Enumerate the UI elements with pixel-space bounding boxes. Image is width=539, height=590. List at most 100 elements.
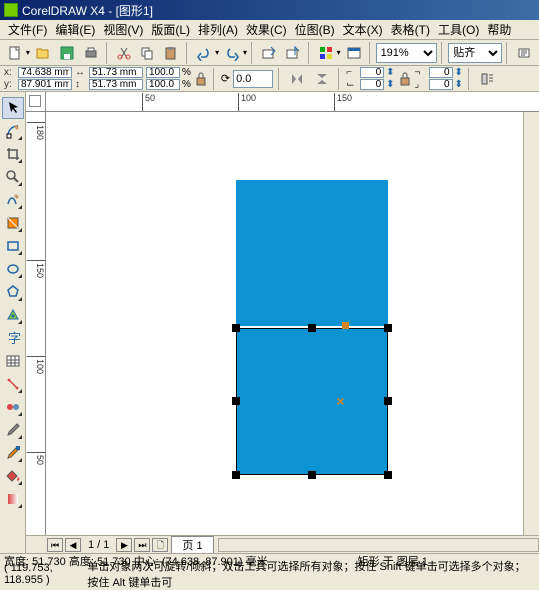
width-input[interactable] — [89, 67, 143, 78]
rectangle-tool[interactable] — [2, 235, 24, 257]
x-input[interactable] — [18, 67, 72, 78]
selection-handle[interactable] — [384, 471, 392, 479]
menu-bitmap[interactable]: 位图(B) — [291, 19, 339, 40]
undo-button[interactable] — [193, 42, 215, 64]
corner-tl-icon: ⌐ — [346, 67, 358, 78]
selection-handle[interactable] — [308, 324, 316, 332]
text-tool[interactable]: 字 — [2, 327, 24, 349]
cut-button[interactable] — [113, 42, 135, 64]
selection-handle[interactable] — [384, 397, 392, 405]
menu-edit[interactable]: 编辑(E) — [51, 19, 99, 40]
corner-tr-input[interactable] — [429, 67, 453, 78]
first-page-button[interactable]: ⏮ — [47, 538, 63, 552]
dropdown-icon[interactable]: ▾ — [26, 48, 30, 57]
menu-help[interactable]: 帮助 — [483, 19, 515, 40]
selection-handle[interactable] — [384, 324, 392, 332]
svg-text:字: 字 — [8, 331, 21, 346]
selection-handle[interactable] — [308, 471, 316, 479]
fill-tool[interactable] — [2, 465, 24, 487]
interactive-tool[interactable] — [2, 396, 24, 418]
zoom-tool[interactable] — [2, 166, 24, 188]
scale-y-input[interactable] — [146, 79, 180, 90]
dropdown-icon[interactable]: ▾ — [337, 48, 341, 57]
corner-bl-input[interactable] — [360, 79, 384, 90]
menubar: 文件(F) 编辑(E) 视图(V) 版面(L) 排列(A) 效果(C) 位图(B… — [0, 20, 539, 40]
new-button[interactable] — [4, 42, 26, 64]
wrap-text-button[interactable] — [476, 68, 498, 90]
zoom-select[interactable]: 191% — [376, 43, 438, 63]
app-icon — [4, 3, 18, 17]
menu-effects[interactable]: 效果(C) — [242, 19, 291, 40]
property-bar: x: y: ↔ ↕ % % ⟳ ⌐⬍ ⌙⬍ ¬⬍ ⌟⬍ — [0, 66, 539, 92]
height-input[interactable] — [89, 79, 143, 90]
import-button[interactable] — [258, 42, 280, 64]
shape-tool[interactable] — [2, 120, 24, 142]
crop-tool[interactable] — [2, 143, 24, 165]
menu-text[interactable]: 文本(X) — [339, 19, 387, 40]
print-button[interactable] — [80, 42, 102, 64]
height-icon: ↕ — [75, 79, 87, 90]
window-title: CorelDRAW X4 - [图形1] — [22, 2, 153, 19]
welcome-button[interactable] — [343, 42, 365, 64]
mirror-h-button[interactable] — [286, 68, 308, 90]
mirror-v-button[interactable] — [311, 68, 333, 90]
polygon-tool[interactable] — [2, 281, 24, 303]
save-button[interactable] — [56, 42, 78, 64]
app-launcher-button[interactable] — [315, 42, 337, 64]
lock-aspect-button[interactable] — [194, 67, 208, 91]
rotation-input[interactable] — [233, 70, 273, 88]
menu-view[interactable]: 视图(V) — [99, 19, 147, 40]
corner-bl-icon: ⌙ — [346, 79, 358, 90]
selection-handle[interactable] — [232, 397, 240, 405]
eyedropper-tool[interactable] — [2, 419, 24, 441]
corner-br-icon: ⌟ — [415, 79, 427, 90]
page-tab[interactable]: 页 1 — [171, 536, 213, 554]
corner-tl-input[interactable] — [360, 67, 384, 78]
menu-table[interactable]: 表格(T) — [387, 19, 434, 40]
table-tool[interactable] — [2, 350, 24, 372]
y-input[interactable] — [18, 79, 72, 90]
lock-corners-button[interactable] — [398, 67, 412, 91]
snap-select[interactable]: 贴齐 — [448, 43, 502, 63]
copy-button[interactable] — [136, 42, 158, 64]
menu-arrange[interactable]: 排列(A) — [194, 19, 242, 40]
last-page-button[interactable]: ⏭ — [134, 538, 150, 552]
menu-tools[interactable]: 工具(O) — [434, 19, 483, 40]
ellipse-tool[interactable] — [2, 258, 24, 280]
dimension-tool[interactable] — [2, 373, 24, 395]
dropdown-icon[interactable]: ▾ — [243, 48, 247, 57]
smart-fill-tool[interactable] — [2, 212, 24, 234]
vertical-ruler[interactable]: 50 100 150 180 — [26, 112, 46, 535]
menu-file[interactable]: 文件(F) — [4, 19, 51, 40]
menu-layout[interactable]: 版面(L) — [147, 19, 194, 40]
pick-tool[interactable] — [2, 97, 24, 119]
paste-button[interactable] — [160, 42, 182, 64]
horizontal-scrollbar[interactable] — [218, 538, 539, 552]
drawing-canvas[interactable]: × — [46, 112, 523, 535]
toolbox: 字 — [0, 92, 26, 553]
y-label: y: — [4, 79, 16, 90]
standard-toolbar: ▾ ▾ ▾ ▾ 191% 贴齐 — [0, 40, 539, 66]
scale-x-input[interactable] — [146, 67, 180, 78]
export-button[interactable] — [282, 42, 304, 64]
add-page-button[interactable]: 🗋 — [152, 538, 168, 552]
vertical-scrollbar[interactable] — [523, 112, 539, 535]
corner-br-input[interactable] — [429, 79, 453, 90]
basic-shapes-tool[interactable] — [2, 304, 24, 326]
ruler-origin[interactable] — [26, 92, 46, 112]
interactive-fill-tool[interactable] — [2, 488, 24, 510]
horizontal-ruler[interactable]: 50 100 150 — [46, 92, 539, 112]
selection-handle[interactable] — [232, 471, 240, 479]
outline-tool[interactable] — [2, 442, 24, 464]
page-count: 1 / 1 — [82, 539, 115, 551]
dropdown-icon[interactable]: ▾ — [215, 48, 219, 57]
prev-page-button[interactable]: ◀ — [65, 538, 81, 552]
selection-handle[interactable] — [232, 324, 240, 332]
open-button[interactable] — [32, 42, 54, 64]
options-button[interactable] — [513, 42, 535, 64]
redo-button[interactable] — [221, 42, 243, 64]
rectangle-object-selected[interactable] — [236, 328, 388, 475]
freehand-tool[interactable] — [2, 189, 24, 211]
rectangle-object[interactable] — [236, 180, 388, 326]
next-page-button[interactable]: ▶ — [116, 538, 132, 552]
